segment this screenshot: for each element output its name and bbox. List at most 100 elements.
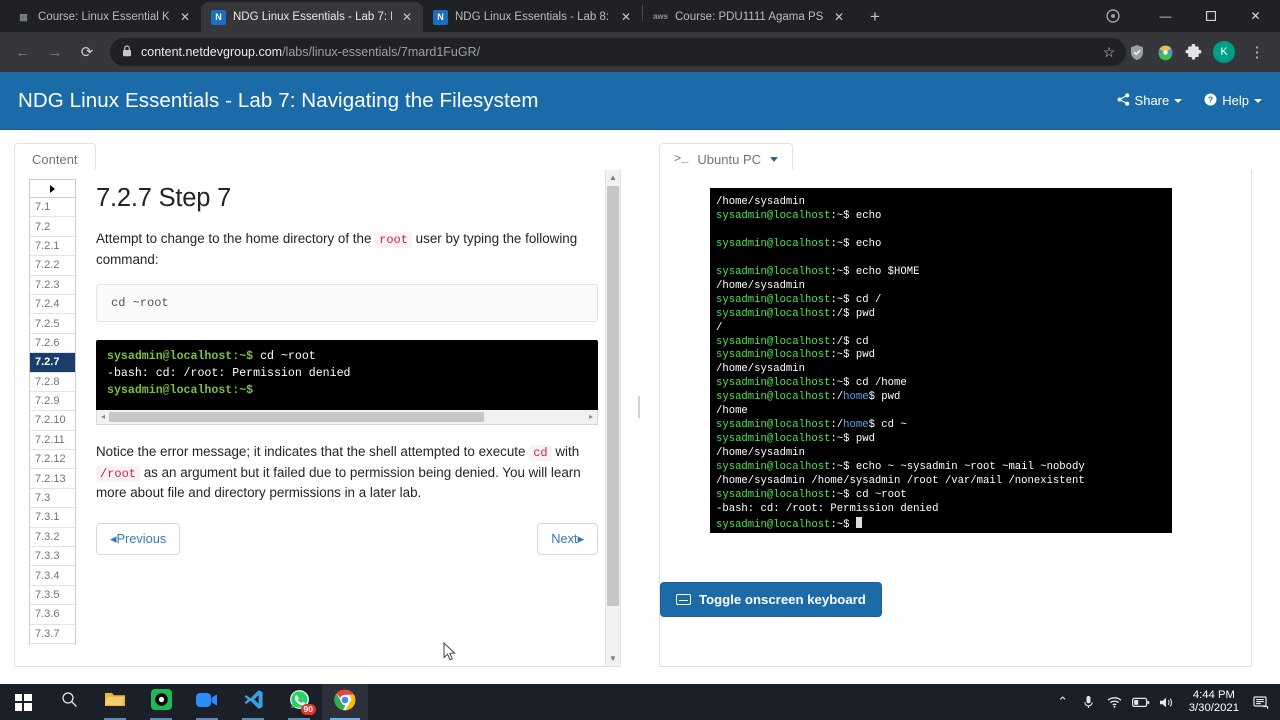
step-navigation: ◂Previous Next▸	[96, 523, 598, 556]
horizontal-scrollbar[interactable]: ◂ ▸	[96, 409, 598, 425]
browser-tab-3[interactable]: N NDG Linux Essentials - Lab 8: Ma ✕	[423, 2, 642, 32]
hscroll-thumb[interactable]	[109, 411, 484, 422]
window-close-button[interactable]: ✕	[1233, 0, 1278, 32]
toc-item-1[interactable]: 7.2	[30, 217, 75, 237]
back-icon[interactable]: ←	[8, 37, 38, 67]
reload-icon[interactable]: ⟳	[72, 37, 102, 67]
terminal-line: sysadmin@localhost:~$ cd ~root	[716, 489, 1166, 503]
toc-item-6[interactable]: 7.2.5	[30, 314, 75, 334]
toc-item-11[interactable]: 7.2.10	[30, 411, 75, 431]
tray-chevron-icon[interactable]: ⌃	[1050, 684, 1076, 720]
minimize-button[interactable]: —	[1143, 0, 1188, 32]
browser-tab-4[interactable]: aws Course: PDU1111 Agama PS Mar ✕	[643, 2, 855, 32]
previous-button[interactable]: ◂Previous	[96, 523, 181, 556]
terminal-segment: /	[716, 321, 723, 334]
toc-item-0[interactable]: 7.1	[30, 198, 75, 218]
volume-icon[interactable]	[1154, 684, 1180, 720]
toc-item-17[interactable]: 7.3.2	[30, 527, 75, 548]
taskbar-clock[interactable]: 4:44 PM 3/30/2021	[1180, 689, 1248, 716]
toc-item-18[interactable]: 7.3.3	[30, 547, 75, 567]
toc-item-9[interactable]: 7.2.8	[30, 372, 75, 392]
terminal-screen[interactable]: /home/sysadmin sysadmin@localhost:~$ echo…	[710, 188, 1172, 533]
toc-item-15[interactable]: 7.3	[30, 488, 75, 509]
chrome-menu-icon[interactable]: ⋮	[1242, 37, 1272, 67]
vscroll-thumb[interactable]	[607, 186, 619, 606]
help-button[interactable]: ? Help	[1204, 93, 1262, 109]
close-icon[interactable]: ✕	[177, 9, 193, 25]
microphone-icon[interactable]	[1076, 684, 1102, 720]
toc-item-16[interactable]: 7.3.1	[30, 508, 75, 528]
toc-item-10[interactable]: 7.2.9	[30, 391, 75, 412]
forward-icon[interactable]: →	[40, 37, 70, 67]
notification-icon[interactable]	[1248, 684, 1274, 720]
shield-icon[interactable]	[1124, 39, 1150, 65]
start-button[interactable]	[0, 684, 46, 720]
avatar[interactable]: K	[1213, 41, 1235, 63]
terminal-line: /home/sysadmin	[716, 280, 1166, 294]
profile-status-icon[interactable]	[1097, 0, 1129, 32]
new-tab-button[interactable]: +	[861, 3, 889, 31]
colorzilla-icon[interactable]	[1152, 39, 1178, 65]
toc-item-19[interactable]: 7.3.4	[30, 566, 75, 586]
zoom-button[interactable]	[184, 684, 230, 720]
toc-expand-button[interactable]	[30, 180, 75, 198]
toc-item-2[interactable]: 7.2.1	[30, 236, 75, 257]
toc-item-5[interactable]: 7.2.4	[30, 294, 75, 315]
pane-splitter[interactable]	[633, 130, 645, 684]
toggle-onscreen-keyboard-button[interactable]: Toggle onscreen keyboard	[660, 582, 882, 617]
system-tray: ⌃ 4:44 PM 3/30/2021	[1050, 684, 1280, 720]
browser-tab-1[interactable]: ▦ Course: Linux Essential Kelas ABC ✕	[6, 2, 201, 32]
lock-icon	[122, 44, 132, 60]
vscode-button[interactable]	[230, 684, 276, 720]
toc-item-12[interactable]: 7.2.11	[30, 430, 75, 451]
chevron-down-icon[interactable]	[770, 156, 778, 162]
toc-item-14[interactable]: 7.2.13	[30, 469, 75, 489]
toc-item-8-active[interactable]: 7.2.7	[30, 353, 75, 373]
puzzle-icon[interactable]	[1180, 39, 1206, 65]
terminal-segment: /home/sysadmin	[716, 279, 806, 292]
file-explorer-button[interactable]	[92, 684, 138, 720]
scroll-up-icon[interactable]: ▲	[606, 170, 620, 185]
terminal-line: /	[716, 322, 1166, 336]
help-label: Help	[1222, 93, 1249, 108]
media-player-button[interactable]	[138, 684, 184, 720]
bookmark-star-icon[interactable]: ☆	[1096, 39, 1122, 65]
close-icon[interactable]: ✕	[399, 9, 415, 25]
terminal-segment: :~$ echo ~ ~sysadmin ~root ~mail ~nobody	[830, 461, 1085, 474]
chrome-button[interactable]	[322, 684, 368, 720]
terminal-segment: :/	[830, 419, 844, 432]
maximize-button[interactable]	[1188, 0, 1233, 32]
toc-item-7[interactable]: 7.2.6	[30, 333, 75, 354]
scroll-down-icon[interactable]: ▼	[606, 651, 620, 666]
share-button[interactable]: Share	[1117, 92, 1183, 109]
wifi-icon[interactable]	[1102, 684, 1128, 720]
toc-item-22[interactable]: 7.3.7	[30, 624, 75, 644]
chevron-down-icon	[1254, 98, 1262, 103]
intro-text-before: Attempt to change to the home directory …	[96, 231, 376, 246]
terminal-line-2: -bash: cd: /root: Permission denied	[107, 366, 351, 380]
scroll-left-icon[interactable]: ◂	[97, 412, 109, 421]
scroll-right-icon[interactable]: ▸	[585, 412, 597, 421]
browser-tab-2[interactable]: N NDG Linux Essentials - Lab 7: Na ✕	[201, 2, 423, 32]
terminal-line: sysadmin@localhost:/home$ pwd	[716, 391, 1166, 405]
battery-icon[interactable]	[1128, 684, 1154, 720]
toc-item-4[interactable]: 7.2.3	[30, 275, 75, 295]
toc-item-21[interactable]: 7.3.6	[30, 605, 75, 625]
next-button[interactable]: Next▸	[537, 523, 598, 556]
content-vertical-scrollbar[interactable]: ▲ ▼	[605, 170, 620, 666]
toc-item-13[interactable]: 7.2.12	[30, 450, 75, 470]
close-icon[interactable]: ✕	[618, 9, 634, 25]
toc-item-20[interactable]: 7.3.5	[30, 585, 75, 606]
terminal-segment: sysadmin@localhost	[716, 377, 831, 390]
notice-text-1: Notice the error message; it indicates t…	[96, 443, 530, 459]
terminal-cursor	[855, 516, 862, 528]
whatsapp-button[interactable]: 90	[276, 684, 322, 720]
notice-text-3: as an argument but it failed due to perm…	[96, 464, 581, 501]
address-bar[interactable]: content.netdevgroup.com/labs/linux-essen…	[110, 38, 1126, 66]
ndg-icon: N	[211, 9, 226, 25]
terminal-segment: :/$ pwd	[830, 307, 875, 320]
close-icon[interactable]: ✕	[831, 9, 847, 25]
toc-item-3[interactable]: 7.2.2	[30, 256, 75, 276]
terminal-line: sysadmin@localhost:~$ echo	[716, 210, 1166, 224]
search-button[interactable]	[46, 684, 92, 720]
